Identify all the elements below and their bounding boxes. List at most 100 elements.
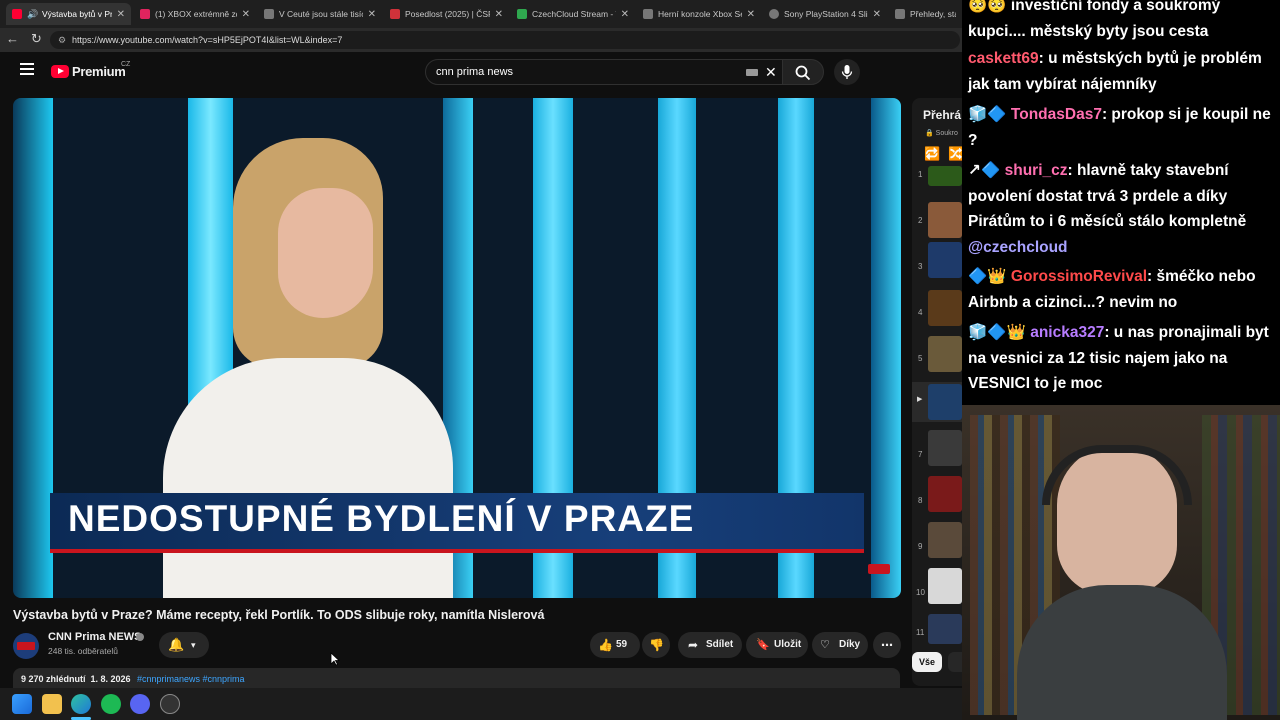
thanks-button[interactable]: ♡ Díky (812, 632, 868, 658)
chat-message: 🧊🔷 TondasDas7: prokop si je koupil ne ? (968, 102, 1274, 153)
search-button[interactable] (782, 59, 824, 85)
discord-icon[interactable] (130, 694, 150, 714)
close-tab-icon[interactable]: ✕ (242, 9, 250, 20)
video-player[interactable]: NEDOSTUPNÉ BYDLENÍ V PRAZE (13, 98, 901, 598)
back-arrow-icon[interactable]: ← (6, 31, 19, 46)
share-arrow-icon: ➦ (688, 638, 699, 652)
filter-chip-next[interactable] (948, 652, 962, 672)
clear-search-icon[interactable]: ✕ (765, 60, 777, 84)
thanks-label: Díky (839, 639, 861, 650)
chat-message: caskett69: u městských bytů je problém j… (968, 46, 1274, 97)
youtube-logo-icon[interactable] (51, 65, 69, 78)
now-playing-icon: ▶ (917, 396, 923, 403)
windows-start-icon[interactable] (12, 694, 32, 714)
playlist-items: 1 2 3 4 5 ▶ 7 8 9 10 11 (912, 98, 962, 686)
close-tab-icon[interactable]: ✕ (621, 9, 629, 20)
search-value: cnn prima news (436, 66, 514, 78)
tab-xbox[interactable]: (1) XBOX extrémně zdra ✕ (134, 3, 256, 25)
tab-label: Posedlost (2025) | ČSFD (405, 9, 490, 19)
share-button[interactable]: ➦ Sdílet (678, 632, 742, 658)
voice-search-button[interactable] (834, 59, 860, 85)
more-horizontal-icon: ⋯ (881, 638, 893, 652)
chat-badges: 🧊🔷 (968, 106, 1007, 123)
lower-third-title: NEDOSTUPNÉ BYDLENÍ V PRAZE (68, 498, 695, 539)
youtube-favicon-icon (12, 9, 22, 19)
dislike-button[interactable]: 👎 (642, 632, 670, 658)
lower-third-red-line (50, 549, 864, 553)
save-label: Uložit (774, 639, 802, 650)
audio-playing-icon: 🔊 (27, 9, 39, 19)
tab-label: (1) XBOX extrémně zdra (155, 9, 237, 19)
tab-xbox-series[interactable]: Herní konzole Xbox Seri ✕ (637, 3, 761, 25)
reload-icon[interactable]: ↻ (31, 31, 42, 47)
video-title: Výstavba bytů v Praze? Máme recepty, řek… (13, 608, 545, 622)
chat-mention: @czechcloud (968, 238, 1068, 256)
search-icon (795, 65, 811, 81)
like-count: 59 (616, 639, 628, 650)
site-favicon-icon (769, 9, 779, 19)
more-actions-button[interactable]: ⋯ (873, 632, 901, 658)
chat-badges: 🔷👑 (968, 268, 1007, 285)
tab-label: Herní konzole Xbox Seri (658, 9, 742, 19)
playlist-item[interactable]: 1 (912, 164, 962, 204)
chat-username: TondasDas7 (1010, 106, 1102, 123)
close-tab-icon[interactable]: ✕ (873, 9, 881, 20)
chat-username: GorossimoRevival (1010, 268, 1148, 285)
bell-icon: 🔔 (168, 637, 185, 652)
close-tab-icon[interactable]: ✕ (117, 9, 125, 20)
edge-browser-icon[interactable] (71, 694, 91, 714)
tab-ceuta[interactable]: V Ceuté jsou stále tisíce ✕ (258, 3, 382, 25)
tab-prehledy[interactable]: Přehledy, statisti (889, 3, 962, 25)
chat-message: 🧊🔷👑 anicka327: u nas pronajimali byt na … (968, 320, 1274, 397)
address-bar[interactable]: ⚙ https://www.youtube.com/watch?v=sHP5Ej… (50, 31, 960, 49)
close-tab-icon[interactable]: ✕ (747, 9, 755, 20)
thumbs-down-icon: 👎 (649, 638, 664, 652)
chat-badges: 🥺🥺 (968, 0, 1007, 14)
site-favicon-icon (140, 9, 150, 19)
verified-check-icon (136, 633, 144, 641)
youtube-premium-logo[interactable]: Premium (72, 64, 126, 79)
keyboard-icon[interactable] (746, 69, 758, 76)
filter-chip-all[interactable]: Vše (912, 652, 942, 672)
subscription-bell-button[interactable]: 🔔 ▾ (159, 632, 209, 658)
heart-dollar-icon: ♡ (820, 639, 830, 651)
browser-tab-strip: 🔊 Výstavba bytů v Pra ✕ (1) XBOX extrémn… (0, 0, 962, 28)
close-tab-icon[interactable]: ✕ (368, 9, 376, 20)
channel-avatar[interactable] (13, 633, 39, 659)
site-favicon-icon (390, 9, 400, 19)
tab-label: V Ceuté jsou stále tisíce (279, 9, 363, 19)
close-tab-icon[interactable]: ✕ (495, 9, 503, 20)
cnn-prima-watermark-icon (868, 564, 890, 574)
site-favicon-icon (895, 9, 905, 19)
chat-username: shuri_cz (1004, 162, 1068, 179)
app-icon[interactable] (160, 694, 180, 714)
tab-label: Sony PlayStation 4 Slim (784, 9, 868, 19)
file-explorer-icon[interactable] (42, 694, 62, 714)
site-favicon-icon (264, 9, 274, 19)
playlist-item-current[interactable]: ▶ (912, 382, 962, 422)
like-button[interactable]: 👍 59 (590, 632, 640, 658)
url-text: https://www.youtube.com/watch?v=sHP5EjPO… (72, 35, 343, 45)
microphone-icon (841, 65, 853, 79)
chat-username: anicka327 (1030, 324, 1105, 341)
views-and-date: 9 270 zhlédnutí 1. 8. 2026 (21, 674, 131, 684)
tab-label: Přehledy, statisti (910, 9, 956, 19)
channel-name[interactable]: CNN Prima NEWS (48, 631, 142, 643)
hashtags[interactable]: #cnnprimanews #cnnprima (137, 674, 245, 684)
site-info-icon[interactable]: ⚙ (58, 31, 66, 49)
mouse-cursor-icon (330, 652, 340, 666)
chat-message: 🔷👑 GorossimoRevival: šméčko nebo Airbnb … (968, 264, 1274, 315)
hamburger-menu-icon[interactable] (20, 63, 34, 75)
tab-playstation[interactable]: Sony PlayStation 4 Slim ✕ (763, 3, 887, 25)
chat-message: 🥺🥺 investiční fondy a soukromý kupci....… (968, 0, 1274, 44)
tab-csfd[interactable]: Posedlost (2025) | ČSFD ✕ (384, 3, 509, 25)
chat-badges: 🧊🔷👑 (968, 324, 1026, 341)
chat-username: caskett69 (968, 50, 1039, 67)
search-input[interactable]: cnn prima news ✕ (425, 59, 783, 85)
stream-chat: 🥺🥺 investiční fondy a soukromý kupci....… (962, 0, 1280, 405)
tab-czechcloud[interactable]: CzechCloud Stream - W ✕ (511, 3, 635, 25)
description-box[interactable]: 9 270 zhlédnutí 1. 8. 2026 #cnnprimanews… (13, 668, 900, 688)
spotify-icon[interactable] (101, 694, 121, 714)
save-button[interactable]: 🔖 Uložit (746, 632, 808, 658)
tab-youtube-video[interactable]: 🔊 Výstavba bytů v Pra ✕ (6, 3, 131, 25)
